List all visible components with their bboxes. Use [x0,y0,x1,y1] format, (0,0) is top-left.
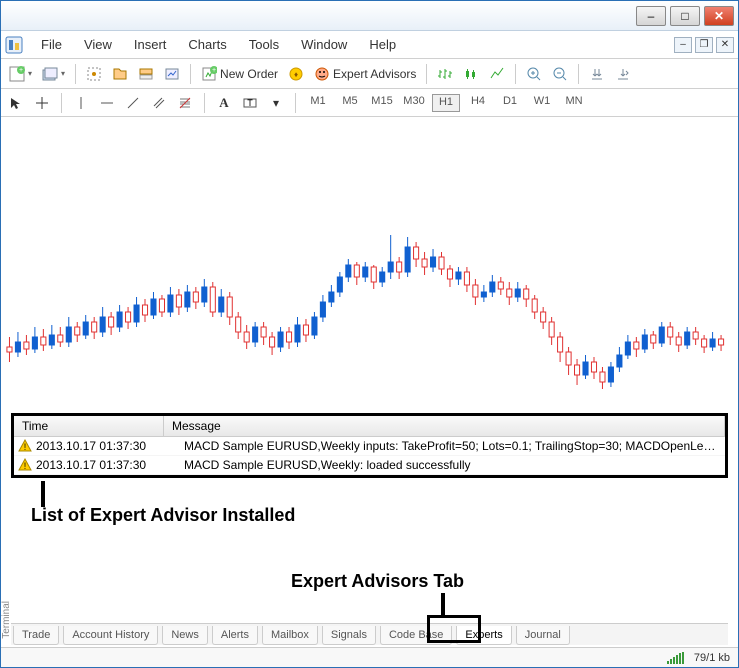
timeframe-m15[interactable]: M15 [368,94,396,112]
tab-experts[interactable]: Experts [456,626,511,645]
svg-text:!: ! [24,442,27,452]
fibonacci-tool[interactable] [174,93,196,113]
menu-view[interactable]: View [74,34,122,55]
terminal-vertical-label: Terminal [0,599,14,641]
cursor-tool[interactable] [5,93,27,113]
profiles-button[interactable]: ▾ [38,64,69,84]
vertical-line-tool[interactable] [70,93,92,113]
terminal-tabstrip: Terminal Trade Account History News Aler… [11,623,728,645]
timeframe-mn[interactable]: MN [560,94,588,112]
menu-tools[interactable]: Tools [239,34,289,55]
tab-code-base[interactable]: Code Base [380,626,452,645]
svg-text:+: + [212,67,216,74]
timeframe-d1[interactable]: D1 [496,94,524,112]
log-header-message[interactable]: Message [164,416,725,436]
text-tool[interactable]: A [213,93,235,113]
drawing-toolbar: A T ▾ M1 M5 M15 M30 H1 H4 D1 W1 MN [1,89,738,117]
annotation-tab-label: Expert Advisors Tab [291,571,464,592]
bar-chart-button[interactable] [433,64,457,84]
log-time: 2013.10.17 01:37:30 [36,458,184,472]
tab-mailbox[interactable]: Mailbox [262,626,318,645]
titlebar: – □ ✕ [1,1,738,31]
tab-journal[interactable]: Journal [516,626,570,645]
tester-button[interactable] [160,64,184,84]
horizontal-line-tool[interactable] [96,93,118,113]
chart-shift-button[interactable] [611,64,635,84]
menu-charts[interactable]: Charts [178,34,236,55]
candle-chart-button[interactable] [459,64,483,84]
metaquotes-button[interactable]: ♦ [284,64,308,84]
market-watch-button[interactable] [82,64,106,84]
log-header-time[interactable]: Time [14,416,164,436]
svg-text:!: ! [24,461,27,471]
connection-bars-icon [667,652,684,664]
expert-advisors-button[interactable]: Expert Advisors [310,64,420,84]
main-toolbar: +▾ ▾ + New Order ♦ Expert Advisors [1,59,738,89]
shapes-dropdown[interactable]: ▾ [265,93,287,113]
timeframe-w1[interactable]: W1 [528,94,556,112]
timeframe-m1[interactable]: M1 [304,94,332,112]
crosshair-tool[interactable] [31,93,53,113]
new-chart-button[interactable]: +▾ [5,64,36,84]
zoom-out-button[interactable] [548,64,572,84]
window-maximize-button[interactable]: □ [670,6,700,26]
annotation-connector [41,481,45,507]
annotation-connector [441,593,445,617]
app-window: – □ ✕ File View Insert Charts Tools Wind… [0,0,739,668]
menu-help[interactable]: Help [359,34,406,55]
window-close-button[interactable]: ✕ [704,6,734,26]
app-icon [5,36,23,54]
log-message: MACD Sample EURUSD,Weekly inputs: TakePr… [184,439,721,453]
svg-text:T: T [247,98,253,108]
mdi-close-button[interactable]: ✕ [716,37,734,53]
mdi-restore-button[interactable]: ❐ [695,37,713,53]
terminal-log-pane: Time Message ! 2013.10.17 01:37:30 MACD … [11,413,728,478]
line-chart-button[interactable] [485,64,509,84]
zoom-in-button[interactable] [522,64,546,84]
log-header: Time Message [14,416,725,437]
log-time: 2013.10.17 01:37:30 [36,439,184,453]
warning-icon: ! [18,439,32,453]
statusbar: 79/1 kb [1,647,738,667]
menubar: File View Insert Charts Tools Window Hel… [1,31,738,59]
svg-text:+: + [19,67,23,74]
tab-trade[interactable]: Trade [13,626,59,645]
channel-tool[interactable] [148,93,170,113]
chart-area[interactable] [1,117,738,413]
log-row[interactable]: ! 2013.10.17 01:37:30 MACD Sample EURUSD… [14,437,725,456]
annotation-list-label: List of Expert Advisor Installed [31,505,295,526]
timeframe-h4[interactable]: H4 [464,94,492,112]
tab-signals[interactable]: Signals [322,626,376,645]
tab-alerts[interactable]: Alerts [212,626,258,645]
traffic-label: 79/1 kb [694,652,730,664]
tab-news[interactable]: News [162,626,208,645]
tab-account-history[interactable]: Account History [63,626,158,645]
log-row[interactable]: ! 2013.10.17 01:37:30 MACD Sample EURUSD… [14,456,725,475]
menu-insert[interactable]: Insert [124,34,177,55]
menu-file[interactable]: File [31,34,72,55]
svg-text:♦: ♦ [294,70,298,79]
log-message: MACD Sample EURUSD,Weekly: loaded succes… [184,458,721,472]
menu-window[interactable]: Window [291,34,357,55]
timeframe-m5[interactable]: M5 [336,94,364,112]
window-minimize-button[interactable]: – [636,6,666,26]
auto-scroll-button[interactable] [585,64,609,84]
mdi-minimize-button[interactable]: – [674,37,692,53]
expert-advisors-label: Expert Advisors [333,67,416,81]
navigator-button[interactable] [108,64,132,84]
warning-icon: ! [18,458,32,472]
new-order-label: New Order [220,67,278,81]
timeframe-h1[interactable]: H1 [432,94,460,112]
timeframe-m30[interactable]: M30 [400,94,428,112]
text-label-tool[interactable]: T [239,93,261,113]
trendline-tool[interactable] [122,93,144,113]
new-order-button[interactable]: + New Order [197,64,282,84]
terminal-button[interactable] [134,64,158,84]
